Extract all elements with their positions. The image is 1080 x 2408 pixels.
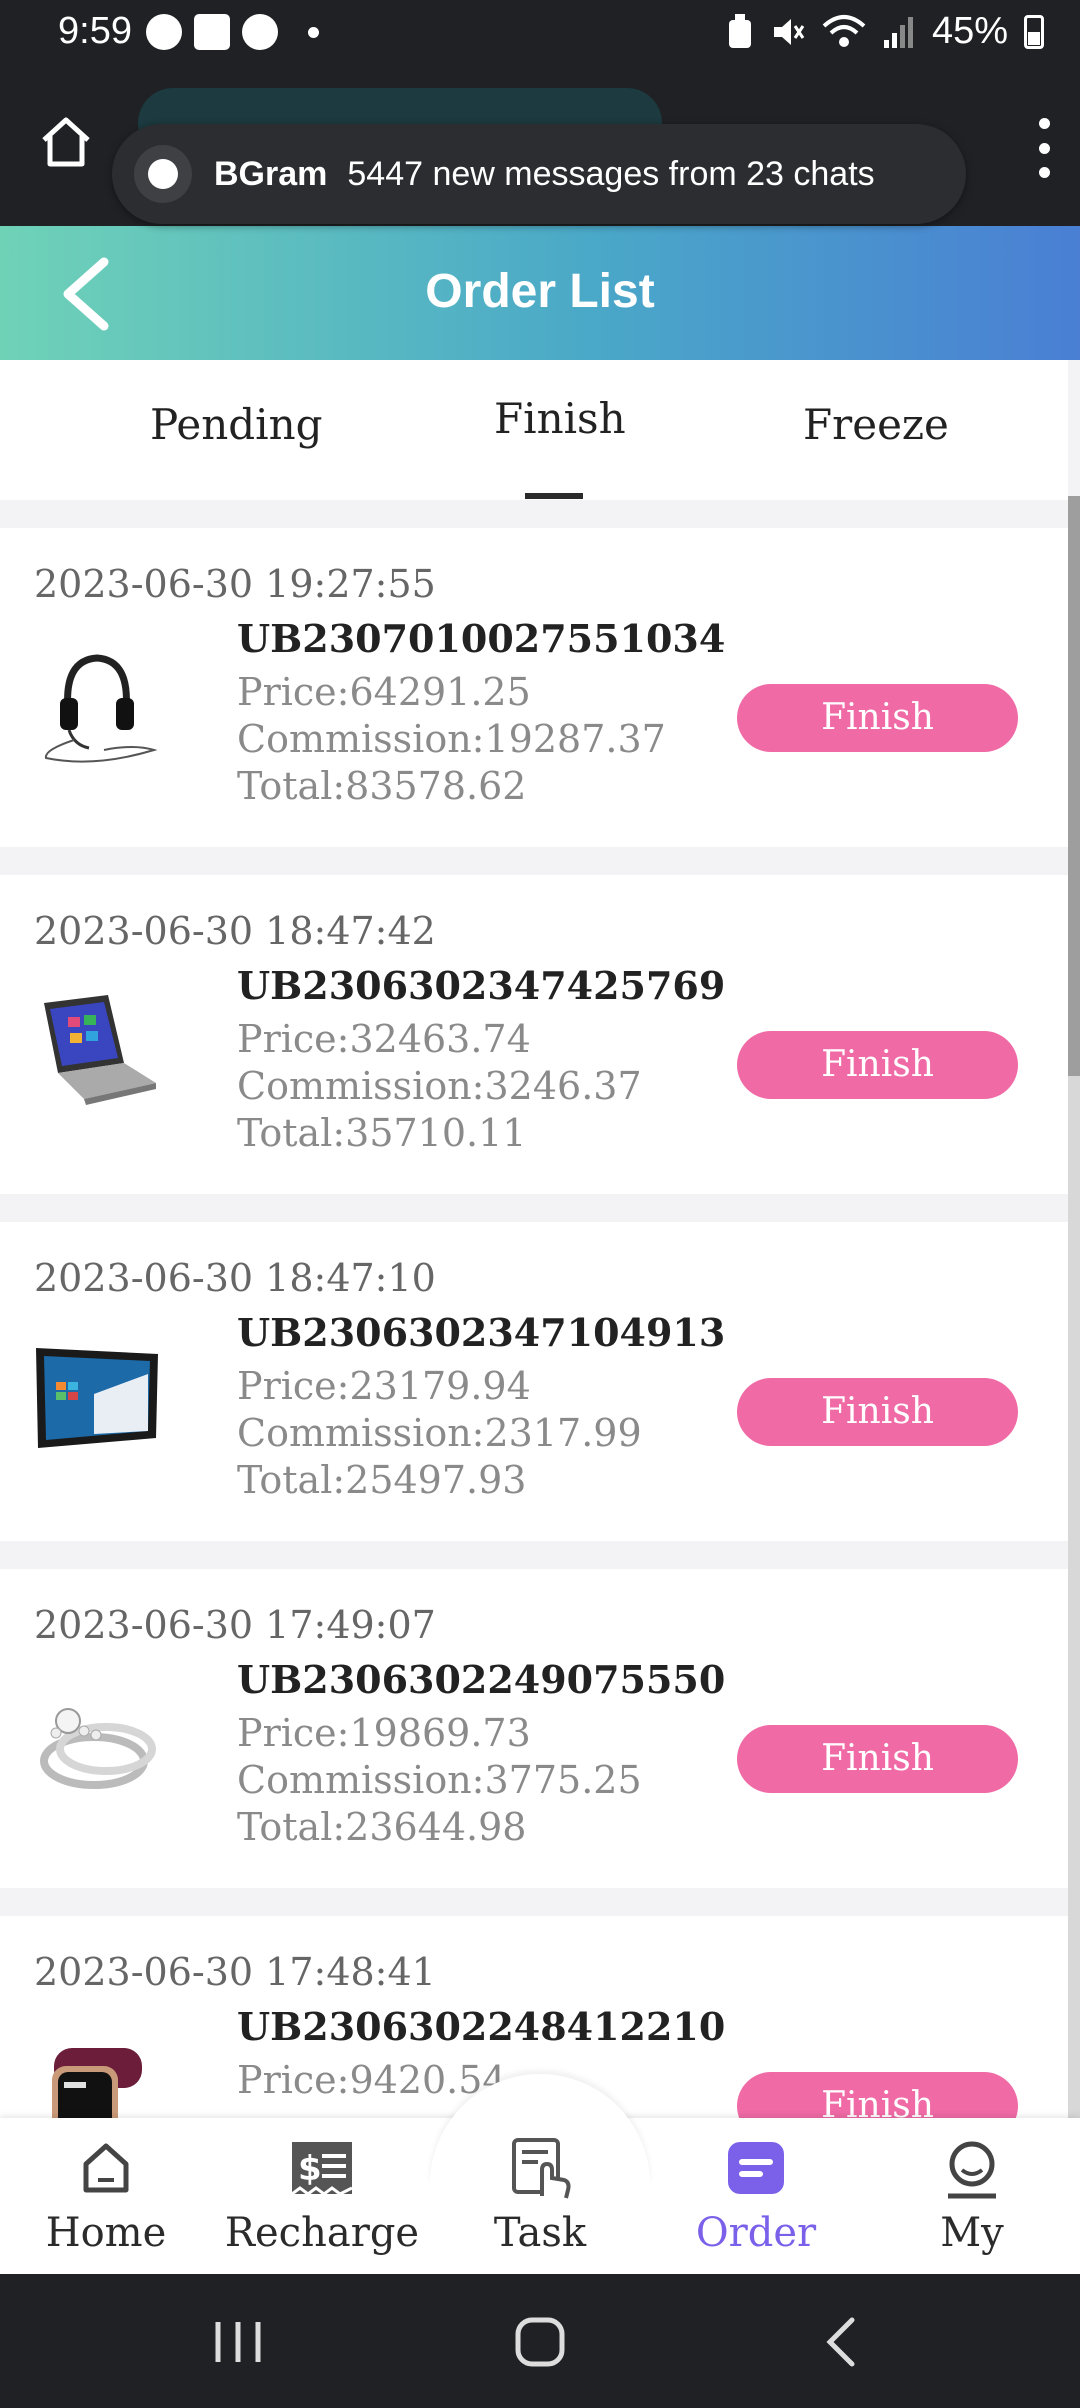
signal-icon (883, 16, 913, 48)
nav-order[interactable]: Order (656, 2136, 856, 2256)
order-date: 2023-06-30 18:47:10 (34, 1256, 436, 1300)
recharge-icon: $ (291, 2142, 353, 2196)
laptop-product-image (44, 995, 156, 1105)
order-date: 2023-06-30 17:48:41 (34, 1950, 436, 1994)
order-date: 2023-06-30 18:47:42 (34, 909, 436, 953)
tablet-product-image (36, 1348, 158, 1448)
gallery-icon (194, 14, 230, 50)
headset-product-image (44, 654, 158, 763)
battery-icon (1024, 14, 1044, 49)
order-status-tabs: Pending Finish Freeze (0, 360, 1068, 500)
recent-apps-icon[interactable] (210, 2314, 266, 2370)
page-header: Order List (0, 226, 1080, 360)
task-icon (512, 2138, 571, 2199)
order-icon (728, 2142, 784, 2194)
browser-menu-icon[interactable] (1034, 118, 1054, 178)
order-number: UB2306302347104913 (237, 1310, 726, 1355)
telegram-icon (146, 14, 182, 50)
page-scrollbar[interactable] (1068, 496, 1080, 2120)
wifi-icon (822, 14, 866, 47)
order-list: 2023-06-30 19:27:55 UB2307010027551034 P… (0, 528, 1068, 2263)
order-total: Total:25497.93 (237, 1458, 527, 1502)
order-card: 2023-06-30 17:49:07 UB2306302249075550 P… (0, 1569, 1068, 1888)
chrome-icon (242, 14, 278, 50)
order-price: Price:23179.94 (237, 1364, 531, 1408)
notification-toast[interactable]: BGram 5447 new messages from 23 chats (112, 124, 966, 224)
notification-app-name: BGram (214, 154, 328, 193)
order-date: 2023-06-30 19:27:55 (34, 562, 436, 606)
order-status-button[interactable]: Finish (737, 1725, 1018, 1793)
order-commission: Commission:3246.37 (237, 1064, 642, 1108)
order-price: Price:19869.73 (237, 1711, 531, 1755)
order-total: Total:23644.98 (237, 1805, 527, 1849)
nav-home[interactable]: Home (6, 2136, 206, 2256)
page-title: Order List (425, 265, 655, 318)
nav-label: Task (493, 2210, 587, 2256)
order-commission: Commission:2317.99 (237, 1411, 642, 1455)
order-price: Price:9420.54 (237, 2058, 507, 2102)
battery-percent: 45% (931, 10, 1008, 52)
nav-label: Order (695, 2210, 817, 2256)
bgram-app-icon (134, 145, 192, 203)
order-total: Total:83578.62 (237, 764, 527, 808)
bottom-navigation: Home $ Recharge Task Order My (0, 2074, 1080, 2274)
system-back-icon[interactable] (814, 2314, 870, 2370)
nav-label: Recharge (224, 2210, 420, 2256)
order-total: Total:35710.11 (237, 1111, 527, 1155)
nav-recharge[interactable]: $ Recharge (222, 2136, 422, 2256)
browser-home-icon[interactable] (38, 114, 94, 170)
tab-active-indicator (525, 493, 583, 499)
order-number: UB2306302249075550 (237, 1657, 726, 1702)
profile-icon (948, 2141, 996, 2199)
order-status-button[interactable]: Finish (737, 1031, 1018, 1099)
system-icons: 45% (726, 10, 1044, 53)
order-card: 2023-06-30 18:47:10 UB2306302347104913 P… (0, 1222, 1068, 1541)
nav-label: Home (45, 2210, 167, 2256)
status-time: 9:59 (58, 10, 132, 52)
order-number: UB2306302248412210 (237, 2004, 726, 2049)
system-navigation-bar (0, 2274, 1080, 2408)
order-price: Price:32463.74 (237, 1017, 531, 1061)
order-price: Price:64291.25 (237, 670, 531, 714)
svg-text:$: $ (298, 2149, 322, 2189)
order-card: 2023-06-30 18:47:42 UB2306302347425769 P… (0, 875, 1068, 1194)
order-commission: Commission:3775.25 (237, 1758, 642, 1802)
tab-pending[interactable]: Pending (150, 400, 323, 449)
order-date: 2023-06-30 17:49:07 (34, 1603, 436, 1647)
notification-icons (146, 14, 319, 50)
nfc-icon (728, 13, 751, 48)
status-bar: 9:59 45% (0, 0, 1080, 66)
dot-icon (308, 26, 319, 38)
order-number: UB2307010027551034 (237, 616, 726, 661)
home-icon (83, 2143, 129, 2193)
tab-freeze[interactable]: Freeze (803, 400, 949, 449)
mute-icon (773, 18, 805, 45)
order-commission: Commission:19287.37 (237, 717, 666, 761)
ring-product-image (40, 1708, 156, 1789)
order-number: UB2306302347425769 (237, 963, 726, 1008)
nav-my[interactable]: My (872, 2136, 1072, 2256)
nav-label: My (940, 2210, 1004, 2256)
order-card: 2023-06-30 19:27:55 UB2307010027551034 P… (0, 528, 1068, 847)
tab-finish[interactable]: Finish (494, 394, 626, 443)
nav-task[interactable]: Task (440, 2136, 640, 2256)
system-home-icon[interactable] (512, 2314, 568, 2370)
order-status-button[interactable]: Finish (737, 1378, 1018, 1446)
order-status-button[interactable]: Finish (737, 684, 1018, 752)
notification-message: 5447 new messages from 23 chats (347, 154, 875, 193)
